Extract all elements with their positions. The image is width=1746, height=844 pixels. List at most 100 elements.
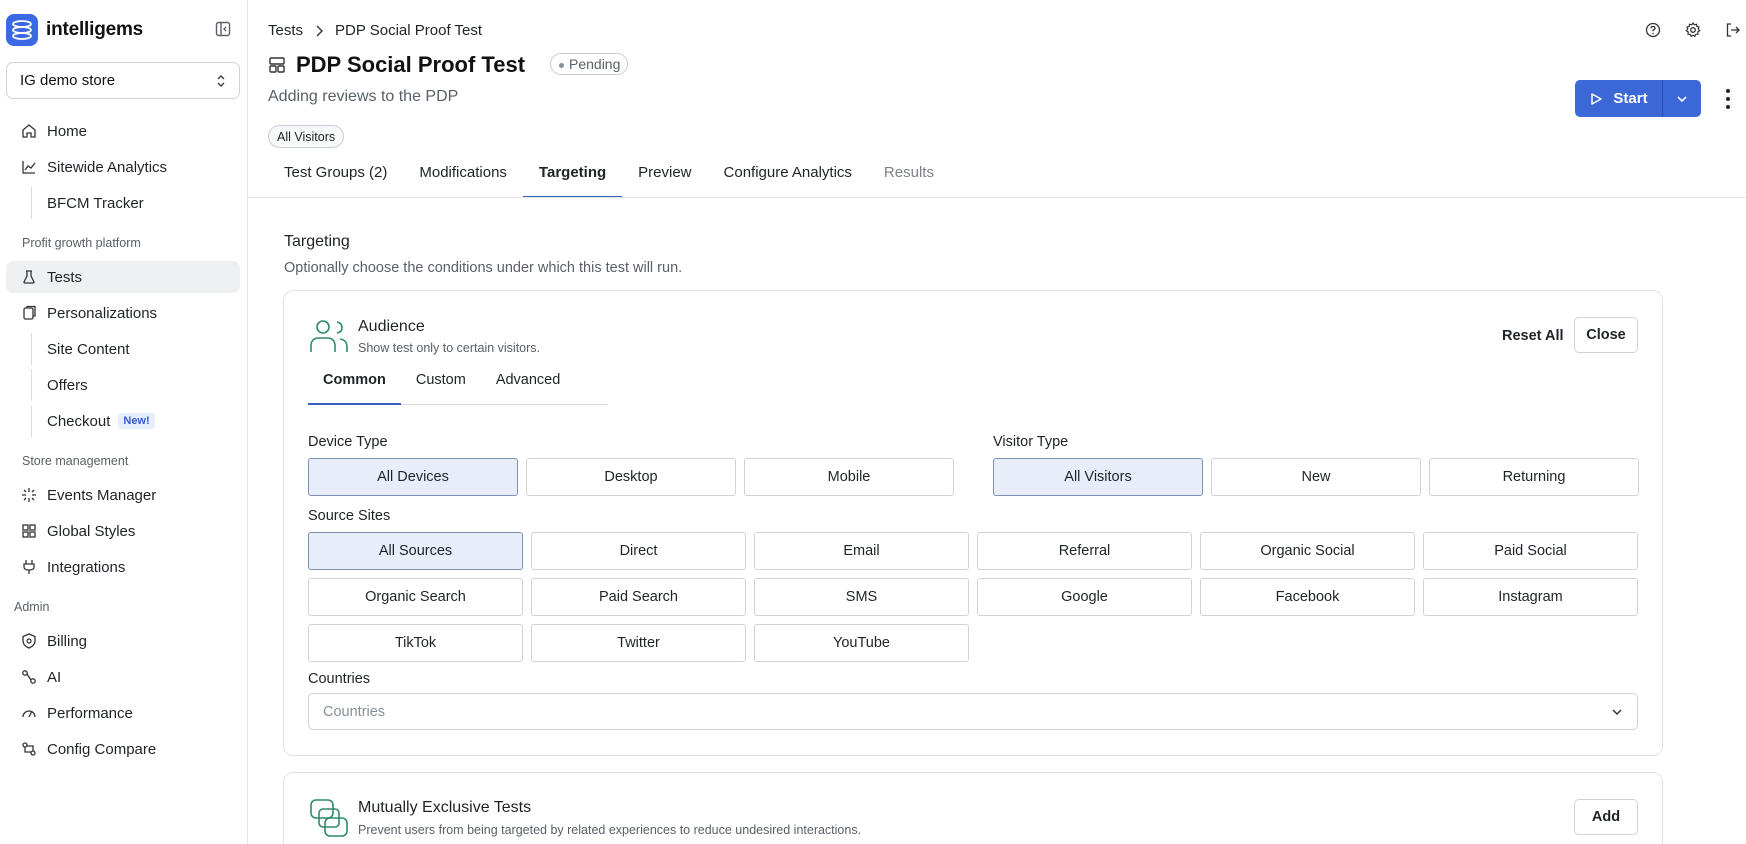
tab-test-groups[interactable]: Test Groups (2): [268, 154, 403, 198]
sidebar-item-tests[interactable]: Tests: [6, 261, 240, 293]
sidebar-item-integrations[interactable]: Integrations: [6, 551, 240, 583]
device-option-desktop[interactable]: Desktop: [526, 458, 736, 496]
tab-targeting[interactable]: Targeting: [522, 154, 623, 198]
source-option-direct[interactable]: Direct: [531, 532, 746, 570]
close-button[interactable]: Close: [1574, 317, 1638, 353]
compare-icon: [21, 741, 37, 757]
collapse-sidebar-icon[interactable]: [215, 21, 231, 37]
source-option-organic-search[interactable]: Organic Search: [308, 578, 523, 616]
tab-modifications[interactable]: Modifications: [403, 154, 523, 198]
sidebar-section-store: Store management: [22, 454, 129, 468]
source-option-paid-search[interactable]: Paid Search: [531, 578, 746, 616]
gauge-icon: [21, 705, 37, 721]
sidebar-item-site-content[interactable]: Site Content: [31, 333, 240, 365]
page-subtitle: Adding reviews to the PDP: [268, 88, 459, 105]
sidebar-item-sitewide-analytics[interactable]: Sitewide Analytics: [6, 151, 240, 183]
targeting-title: Targeting: [284, 233, 350, 250]
sidebar-item-label: Sitewide Analytics: [47, 158, 168, 176]
visitor-option-new[interactable]: New: [1211, 458, 1421, 496]
tabs-divider: [248, 197, 1746, 198]
breadcrumb-current: PDP Social Proof Test: [335, 22, 483, 39]
chevron-down-icon: [1611, 708, 1623, 716]
grid-icon: [21, 523, 37, 539]
countries-label: Countries: [308, 671, 371, 687]
sidebar-item-personalizations[interactable]: Personalizations: [6, 297, 240, 329]
device-option-mobile[interactable]: Mobile: [744, 458, 954, 496]
sidebar-item-checkout[interactable]: Checkout New!: [31, 405, 240, 437]
home-icon: [21, 123, 37, 139]
countries-placeholder: Countries: [323, 703, 386, 720]
sidebar-section-profit: Profit growth platform: [22, 236, 141, 250]
flask-icon: [21, 269, 37, 285]
sidebar-item-label: Config Compare: [47, 740, 157, 758]
countries-select[interactable]: Countries: [308, 693, 1638, 730]
audience-description: Show test only to certain visitors.: [358, 341, 541, 355]
audience-title: Audience: [358, 318, 425, 335]
start-label: Start: [1613, 90, 1648, 107]
source-option-google[interactable]: Google: [977, 578, 1192, 616]
store-select-value: IG demo store: [20, 72, 116, 89]
chart-icon: [21, 159, 37, 175]
chevron-up-down-icon: [215, 74, 227, 88]
breadcrumb-tests-link[interactable]: Tests: [268, 22, 303, 39]
brand[interactable]: intelligems: [6, 14, 143, 46]
sidebar-section-admin: Admin: [14, 600, 50, 614]
gear-icon[interactable]: [1685, 22, 1701, 38]
tab-custom[interactable]: Custom: [401, 371, 481, 405]
visitor-option-all[interactable]: All Visitors: [993, 458, 1203, 496]
source-option-sms[interactable]: SMS: [754, 578, 969, 616]
chevron-down-icon: [1676, 95, 1688, 103]
tab-configure-analytics[interactable]: Configure Analytics: [708, 154, 868, 198]
tab-common[interactable]: Common: [308, 371, 401, 405]
more-vertical-icon[interactable]: [1720, 88, 1736, 110]
store-select[interactable]: IG demo store: [6, 62, 240, 99]
sidebar-item-ai[interactable]: AI: [6, 661, 240, 693]
start-options-button[interactable]: [1662, 80, 1701, 117]
chevron-right-icon: [315, 25, 324, 37]
shield-icon: [21, 633, 37, 649]
tab-preview[interactable]: Preview: [622, 154, 707, 198]
brand-name: intelligems: [46, 19, 144, 40]
mutually-exclusive-title: Mutually Exclusive Tests: [358, 799, 532, 816]
sidebar-item-bfcm-tracker[interactable]: BFCM Tracker: [31, 187, 240, 219]
source-option-organic-social[interactable]: Organic Social: [1200, 532, 1415, 570]
audience-card: Audience Show test only to certain visit…: [283, 290, 1663, 756]
add-button[interactable]: Add: [1574, 799, 1638, 835]
personalization-icon: [21, 305, 37, 321]
sidebar-item-global-styles[interactable]: Global Styles: [6, 515, 240, 547]
sidebar-item-label: Site Content: [47, 340, 130, 358]
logout-icon[interactable]: [1725, 22, 1741, 38]
sidebar-item-config-compare[interactable]: Config Compare: [6, 733, 240, 765]
source-option-facebook[interactable]: Facebook: [1200, 578, 1415, 616]
sidebar-item-label: Home: [47, 122, 88, 140]
sidebar-item-billing[interactable]: Billing: [6, 625, 240, 657]
sidebar-item-label: Offers: [47, 376, 88, 394]
sidebar-item-label: Global Styles: [47, 522, 136, 540]
visitor-option-returning[interactable]: Returning: [1429, 458, 1639, 496]
ai-icon: [21, 669, 37, 685]
source-option-email[interactable]: Email: [754, 532, 969, 570]
help-icon[interactable]: [1645, 22, 1661, 38]
source-option-paid-social[interactable]: Paid Social: [1423, 532, 1638, 570]
test-tabs: Test Groups (2) Modifications Targeting …: [268, 154, 950, 198]
tab-advanced[interactable]: Advanced: [481, 371, 576, 405]
reset-all-button[interactable]: Reset All: [1502, 328, 1564, 344]
start-button[interactable]: Start: [1575, 80, 1662, 117]
sidebar-item-offers[interactable]: Offers: [31, 369, 240, 401]
page-title-row: PDP Social Proof Test: [268, 50, 525, 80]
mutually-exclusive-card: Mutually Exclusive Tests Prevent users f…: [283, 772, 1663, 844]
sidebar-item-home[interactable]: Home: [6, 115, 240, 147]
source-option-all[interactable]: All Sources: [308, 532, 523, 570]
sparkle-icon: [21, 487, 37, 503]
sidebar: intelligems IG demo store Home Sitewide …: [0, 0, 248, 844]
source-option-youtube[interactable]: YouTube: [754, 624, 969, 662]
source-option-tiktok[interactable]: TikTok: [308, 624, 523, 662]
tab-results[interactable]: Results: [868, 154, 950, 198]
source-option-instagram[interactable]: Instagram: [1423, 578, 1638, 616]
device-option-all[interactable]: All Devices: [308, 458, 518, 496]
source-option-twitter[interactable]: Twitter: [531, 624, 746, 662]
source-option-referral[interactable]: Referral: [977, 532, 1192, 570]
sidebar-item-events-manager[interactable]: Events Manager: [6, 479, 240, 511]
sidebar-item-performance[interactable]: Performance: [6, 697, 240, 729]
device-type-label: Device Type: [308, 434, 388, 450]
